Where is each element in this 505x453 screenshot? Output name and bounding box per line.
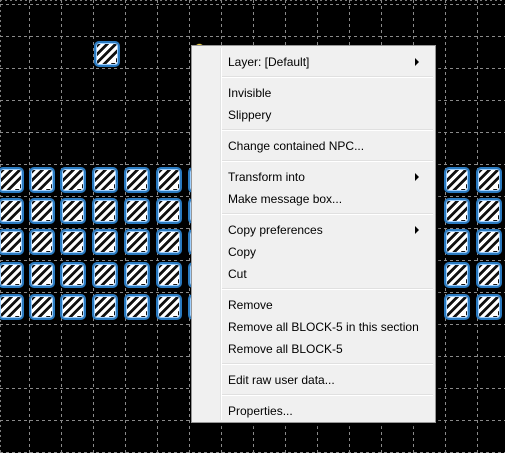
menu-item-copy[interactable]: Copy: [194, 241, 433, 263]
menu-item-properties[interactable]: Properties...: [194, 400, 433, 422]
block-tile[interactable]: [156, 229, 182, 255]
menu-item-label: Change contained NPC...: [228, 139, 365, 153]
menu-item-remove-all-in-section[interactable]: Remove all BLOCK-5 in this section: [194, 316, 433, 338]
block-tile[interactable]: [444, 198, 470, 224]
menu-item-remove[interactable]: Remove: [194, 294, 433, 316]
menu-item-label: Remove all BLOCK-5: [228, 342, 343, 356]
menu-item-label: Slippery: [228, 108, 272, 122]
block-tile[interactable]: [92, 229, 118, 255]
grid-line-vertical: [445, 0, 446, 453]
block-tile[interactable]: [476, 229, 502, 255]
block-tile[interactable]: [156, 167, 182, 193]
menu-separator: [222, 213, 433, 215]
block-tile[interactable]: [476, 198, 502, 224]
block-tile[interactable]: [0, 198, 24, 224]
menu-item-layer[interactable]: Layer: [Default]: [194, 51, 433, 73]
block-tile[interactable]: [444, 167, 470, 193]
block-tile[interactable]: [60, 294, 86, 320]
block-tile[interactable]: [156, 198, 182, 224]
block-tile[interactable]: [94, 41, 120, 67]
menu-item-edit-raw-user-data[interactable]: Edit raw user data...: [194, 369, 433, 391]
menu-separator: [222, 288, 433, 290]
block-tile[interactable]: [0, 229, 24, 255]
block-tile[interactable]: [124, 167, 150, 193]
block-tile[interactable]: [124, 198, 150, 224]
block-tile[interactable]: [29, 294, 55, 320]
submenu-arrow-icon: [415, 226, 419, 234]
menu-item-cut[interactable]: Cut: [194, 263, 433, 285]
grid-line-horizontal: [0, 4, 505, 5]
block-tile[interactable]: [92, 294, 118, 320]
grid-line-vertical: [93, 0, 94, 453]
block-tile[interactable]: [156, 294, 182, 320]
block-tile[interactable]: [444, 294, 470, 320]
block-tile[interactable]: [124, 262, 150, 288]
block-tile[interactable]: [444, 262, 470, 288]
block-tile[interactable]: [156, 262, 182, 288]
block-tile[interactable]: [60, 167, 86, 193]
menu-item-label: Edit raw user data...: [228, 373, 335, 387]
menu-item-change-npc[interactable]: Change contained NPC...: [194, 135, 433, 157]
menu-item-label: Copy preferences: [228, 223, 323, 237]
block-tile[interactable]: [476, 262, 502, 288]
grid-line-vertical: [477, 0, 478, 453]
block-tile[interactable]: [60, 229, 86, 255]
block-tile[interactable]: [0, 167, 24, 193]
menu-separator: [222, 160, 433, 162]
block-tile[interactable]: [29, 198, 55, 224]
block-tile[interactable]: [29, 167, 55, 193]
menu-item-label: Make message box...: [228, 192, 343, 206]
block-tile[interactable]: [92, 262, 118, 288]
block-tile[interactable]: [124, 229, 150, 255]
block-tile[interactable]: [29, 262, 55, 288]
menu-separator: [222, 363, 433, 365]
block-tile[interactable]: [60, 262, 86, 288]
submenu-arrow-icon: [415, 173, 419, 181]
grid-line-vertical: [125, 0, 126, 453]
menu-item-label: Cut: [228, 267, 247, 281]
menu-item-label: Layer: [Default]: [228, 55, 310, 69]
menu-item-label: Remove: [228, 298, 273, 312]
block-tile[interactable]: [0, 294, 24, 320]
grid-line-vertical: [189, 0, 190, 453]
block-tile[interactable]: [444, 229, 470, 255]
grid-line-vertical: [157, 0, 158, 453]
menu-item-remove-all[interactable]: Remove all BLOCK-5: [194, 338, 433, 360]
menu-separator: [222, 129, 433, 131]
block-tile[interactable]: [92, 198, 118, 224]
block-tile[interactable]: [92, 167, 118, 193]
block-tile[interactable]: [476, 167, 502, 193]
menu-separator: [222, 394, 433, 396]
menu-item-transform-into[interactable]: Transform into: [194, 166, 433, 188]
menu-item-label: Invisible: [228, 86, 272, 100]
grid-line-horizontal: [0, 36, 505, 37]
menu-item-label: Copy: [228, 245, 257, 259]
submenu-arrow-icon: [415, 58, 419, 66]
menu-item-label: Transform into: [228, 170, 305, 184]
block-tile[interactable]: [124, 294, 150, 320]
context-menu: Layer: [Default] Invisible Slippery Chan…: [191, 45, 436, 423]
grid-line-vertical: [29, 0, 30, 453]
menu-item-make-message-box[interactable]: Make message box...: [194, 188, 433, 210]
menu-item-label: Remove all BLOCK-5 in this section: [228, 320, 419, 334]
menu-item-invisible[interactable]: Invisible: [194, 82, 433, 104]
menu-separator: [222, 76, 433, 78]
block-tile[interactable]: [60, 198, 86, 224]
menu-item-copy-preferences[interactable]: Copy preferences: [194, 219, 433, 241]
grid-line-vertical: [61, 0, 62, 453]
block-tile[interactable]: [476, 294, 502, 320]
menu-item-label: Properties...: [228, 404, 293, 418]
block-tile[interactable]: [0, 262, 24, 288]
block-tile[interactable]: [29, 229, 55, 255]
menu-item-slippery[interactable]: Slippery: [194, 104, 433, 126]
